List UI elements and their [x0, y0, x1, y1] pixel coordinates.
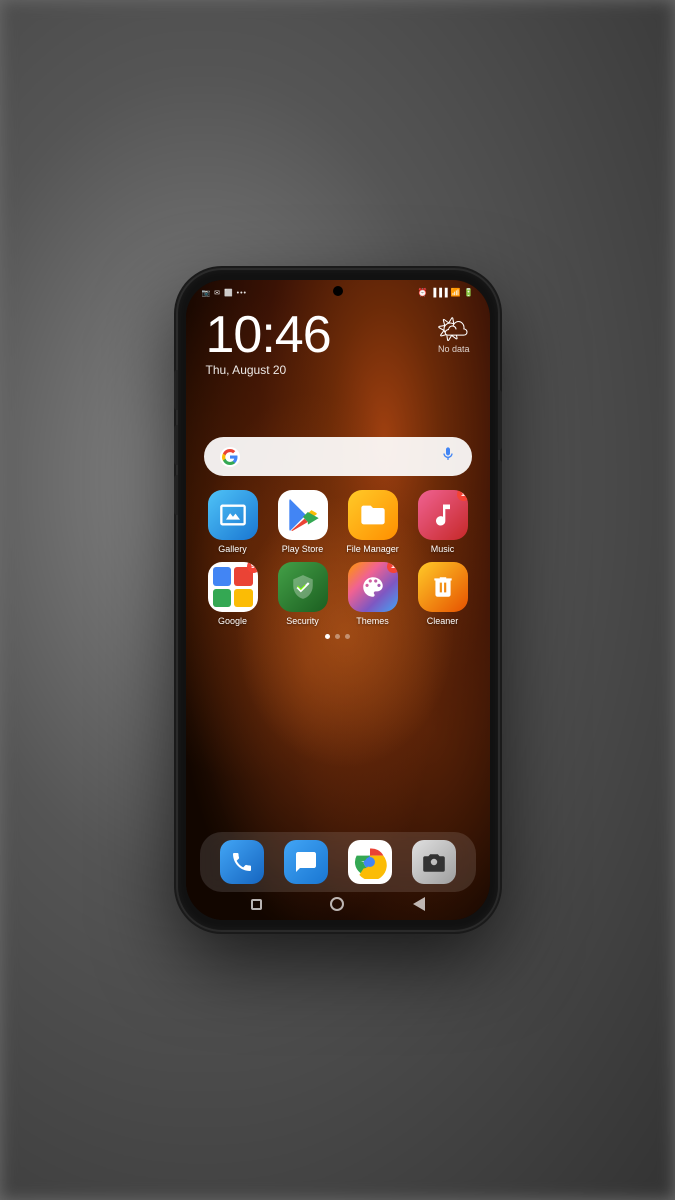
dock-camera[interactable] — [412, 840, 456, 884]
weather-widget: 🌤 No data — [436, 316, 469, 354]
filemanager-label: File Manager — [346, 544, 399, 554]
gallery-label: Gallery — [218, 544, 247, 554]
phone-device: 📷 ✉ ⬜ ••• ⏰ ▐▐▐ 📶 🔋 10:46 Thu, August 20… — [178, 270, 498, 930]
app-filemanager[interactable]: File Manager — [340, 490, 405, 554]
app-themes[interactable]: 1 Themes — [340, 562, 405, 626]
page-dot-3[interactable] — [345, 634, 350, 639]
playstore-icon — [278, 490, 328, 540]
playstore-icon-wrapper — [278, 490, 328, 540]
nav-home-button[interactable] — [329, 896, 345, 912]
page-dots — [186, 634, 490, 639]
weather-icon: 🌤 — [436, 316, 469, 342]
gallery-icon — [208, 490, 258, 540]
app-music[interactable]: 1 Music — [410, 490, 475, 554]
cleaner-icon — [418, 562, 468, 612]
home-icon — [330, 897, 344, 911]
app-cleaner[interactable]: Cleaner — [410, 562, 475, 626]
security-label: Security — [286, 616, 319, 626]
phone-screen: 📷 ✉ ⬜ ••• ⏰ ▐▐▐ 📶 🔋 10:46 Thu, August 20… — [186, 280, 490, 920]
app-security[interactable]: Security — [270, 562, 335, 626]
app-google[interactable]: 9 Google — [200, 562, 265, 626]
google-label: Google — [218, 616, 247, 626]
chrome-icon — [348, 840, 392, 884]
search-bar[interactable] — [204, 437, 472, 476]
music-label: Music — [431, 544, 455, 554]
page-dot-2[interactable] — [335, 634, 340, 639]
status-right: ⏰ ▐▐▐ 📶 🔋 — [418, 288, 474, 297]
themes-label: Themes — [356, 616, 389, 626]
app-row-2: 9 Google — [198, 562, 478, 626]
app-playstore[interactable]: Play Store — [270, 490, 335, 554]
weather-text: No data — [436, 344, 469, 354]
phone-icon — [220, 840, 264, 884]
google-icon-wrapper: 9 — [208, 562, 258, 612]
signal-bars: ▐▐▐ — [431, 288, 448, 297]
microphone-icon[interactable] — [440, 446, 456, 467]
cleaner-label: Cleaner — [427, 616, 459, 626]
nav-back-button[interactable] — [411, 896, 427, 912]
alarm-icon: ⏰ — [418, 288, 428, 297]
messages-icon — [284, 840, 328, 884]
dock-chrome[interactable] — [348, 840, 392, 884]
filemanager-icon — [348, 490, 398, 540]
wifi-icon: 📶 — [451, 288, 461, 297]
app-gallery[interactable]: Gallery — [200, 490, 265, 554]
security-icon — [278, 562, 328, 612]
dock — [200, 832, 476, 892]
back-icon — [413, 897, 425, 911]
camera-icon — [412, 840, 456, 884]
nav-square-button[interactable] — [248, 896, 264, 912]
time-display: 10:46 — [206, 309, 470, 361]
date-display: Thu, August 20 — [206, 363, 470, 377]
music-icon-wrapper: 1 — [418, 490, 468, 540]
playstore-label: Play Store — [282, 544, 324, 554]
dock-phone[interactable] — [220, 840, 264, 884]
filemanager-icon-wrapper — [348, 490, 398, 540]
camera-hole — [333, 286, 343, 296]
recents-icon — [251, 899, 262, 910]
google-g-icon — [220, 447, 240, 467]
themes-icon-wrapper: 1 — [348, 562, 398, 612]
nav-bar — [186, 896, 490, 912]
notification-icons: 📷 ✉ ⬜ ••• — [202, 289, 247, 297]
dock-messages[interactable] — [284, 840, 328, 884]
app-row-1: Gallery Play Sto — [198, 490, 478, 554]
cleaner-icon-wrapper — [418, 562, 468, 612]
gallery-icon-wrapper — [208, 490, 258, 540]
app-grid: Gallery Play Sto — [186, 490, 490, 626]
security-icon-wrapper — [278, 562, 328, 612]
page-dot-1[interactable] — [325, 634, 330, 639]
status-left: 📷 ✉ ⬜ ••• — [202, 289, 247, 297]
battery-icon: 🔋 — [464, 288, 474, 297]
